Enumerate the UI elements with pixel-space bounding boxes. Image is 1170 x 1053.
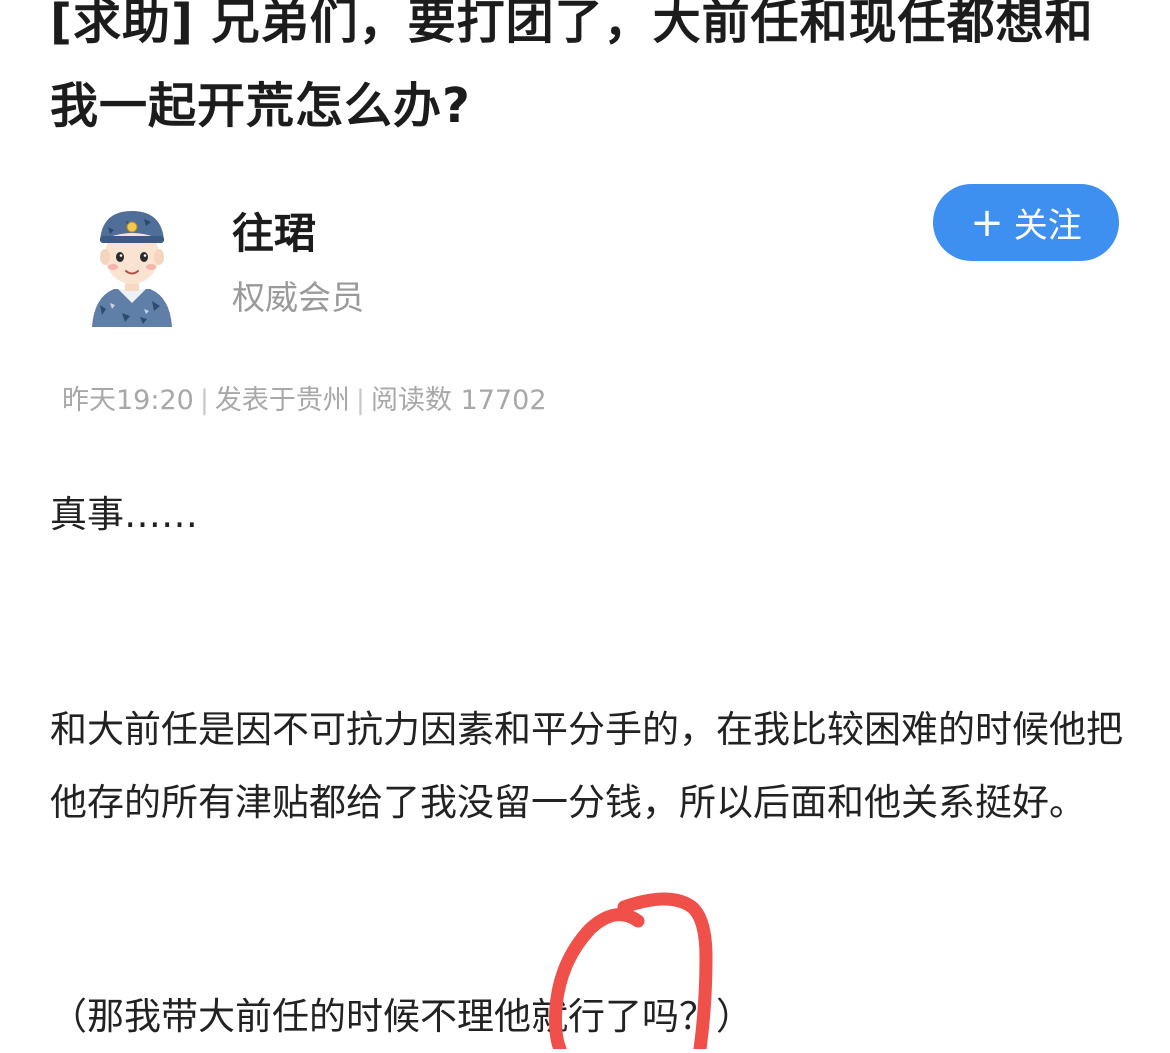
follow-button[interactable]: + 关注 (933, 184, 1119, 261)
follow-button-label: 关注 (1013, 206, 1082, 246)
post-paragraph: （那我带大前任的时候不理他就行了吗？） (50, 995, 753, 1038)
read-count: 阅读数 17702 (371, 385, 547, 416)
post-time: 昨天19:20 (62, 385, 194, 416)
post-paragraph: 和大前任是因不可抗力因素和平分手的，在我比较困难的时候他把他存的所有津贴都给了我… (50, 708, 1123, 824)
author-role-badge: 权威会员 (232, 278, 364, 317)
meta-divider: | (355, 385, 366, 416)
soldier-avatar-icon[interactable] (82, 205, 182, 327)
author-name[interactable]: 往珺 (232, 206, 316, 262)
post-meta: 昨天19:20 | 发表于贵州 | 阅读数 17702 (62, 381, 547, 421)
post-location: 发表于贵州 (214, 385, 350, 416)
meta-divider: | (199, 385, 209, 416)
plus-icon: + (970, 199, 1004, 246)
post-title: [求助] 兄弟们，要打团了，大前任和现任都想和我一起开荒怎么办? (50, 0, 1094, 134)
post-paragraph: 真事…… (50, 493, 198, 536)
